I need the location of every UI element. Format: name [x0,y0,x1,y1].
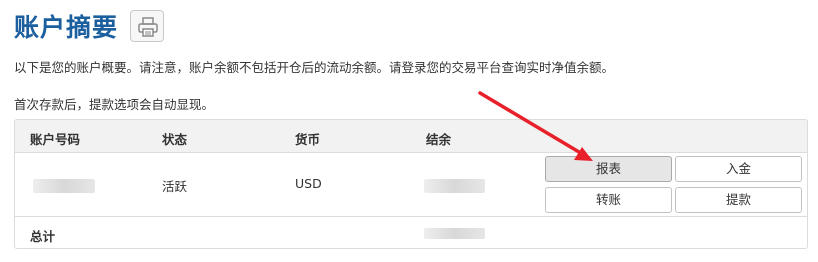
account-number-redacted [33,179,95,193]
table-header: 账户号码 状态 货币 结余 [15,120,807,153]
withdraw-button[interactable]: 提款 [675,187,802,213]
account-summary-notice: 以下是您的账户概要。请注意，账户余额不包括开仓后的流动余额。请登录您的交易平台查… [14,60,615,75]
total-balance-redacted [424,228,485,239]
deposit-button[interactable]: 入金 [675,156,802,182]
table-total-row: 总计 [15,217,807,248]
balance-redacted [424,179,485,193]
header-currency: 货币 [295,132,321,147]
deposit-notice: 首次存款后，提款选项会自动显现。 [14,97,215,112]
printer-icon [138,17,158,37]
table-row: 活跃 USD 报表 入金 转账 提款 [15,153,807,217]
account-status: 活跃 [162,179,188,194]
account-currency: USD [295,176,322,191]
accounts-table: 账户号码 状态 货币 结余 活跃 USD 报表 入金 转账 提款 总计 [14,119,808,249]
transfer-button[interactable]: 转账 [545,187,672,213]
header-status: 状态 [162,132,188,147]
print-button[interactable] [130,10,164,42]
page-title: 账户摘要 [14,13,119,42]
total-label: 总计 [30,229,56,244]
header-account-number: 账户号码 [30,132,81,147]
header-balance: 结余 [426,132,452,147]
report-button[interactable]: 报表 [545,156,672,182]
